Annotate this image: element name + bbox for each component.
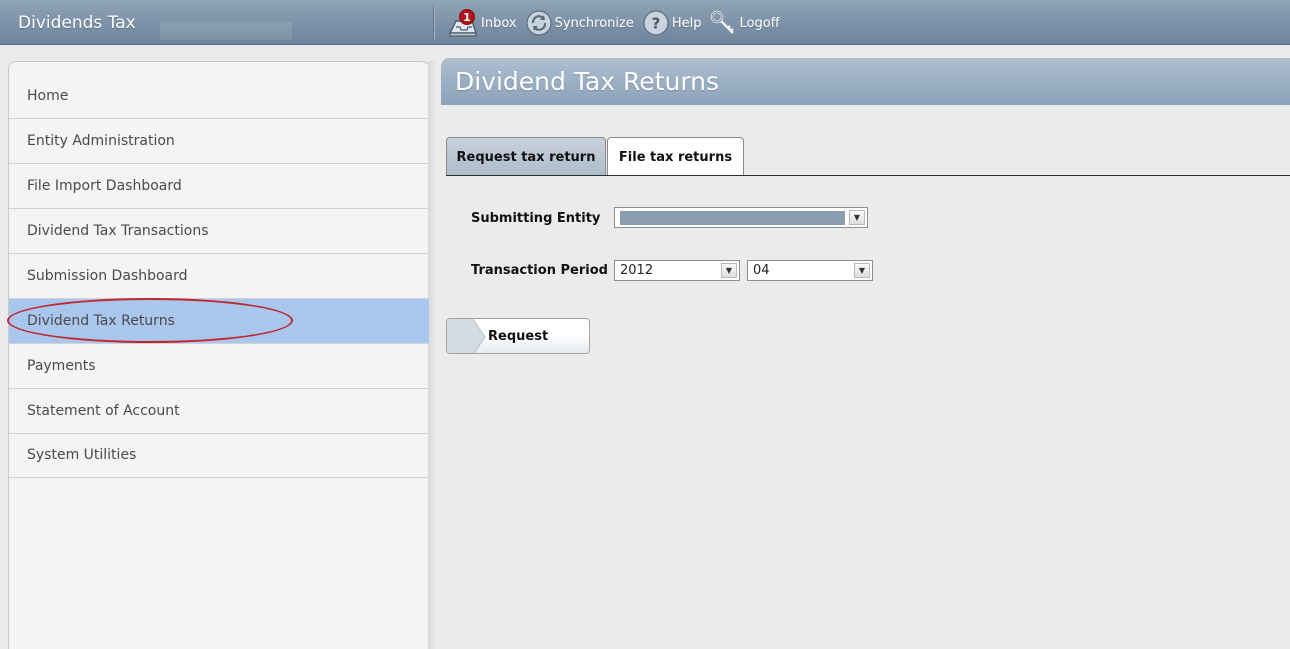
submitting-entity-select[interactable]: ▼	[614, 207, 868, 228]
period-year-select[interactable]: 2012 ▼	[614, 260, 740, 281]
sidebar-item-label: Entity Administration	[27, 133, 175, 149]
toolbar: 1 Inbox Synchronize ? Help Logoff	[447, 9, 788, 37]
transaction-period-label: Transaction Period	[471, 263, 608, 278]
submitting-entity-label: Submitting Entity	[471, 211, 601, 226]
sidebar-item-system-utilities[interactable]: System Utilities	[9, 433, 429, 478]
help-label: Help	[671, 15, 702, 31]
redacted-area	[160, 22, 292, 40]
chevron-down-icon: ▼	[854, 263, 870, 278]
inbox-label: Inbox	[481, 15, 517, 31]
sidebar-item-label: System Utilities	[27, 447, 137, 463]
sidebar-item-payments[interactable]: Payments	[9, 344, 429, 389]
sidebar-item-dividend-tax-transactions[interactable]: Dividend Tax Transactions	[9, 209, 429, 254]
tab-file-tax-returns[interactable]: File tax returns	[607, 137, 744, 176]
period-year-value: 2012	[620, 263, 654, 278]
app-title: Dividends Tax	[18, 13, 136, 33]
logoff-button[interactable]: Logoff	[709, 9, 780, 37]
sync-icon	[525, 10, 552, 36]
help-button[interactable]: ? Help	[642, 9, 702, 37]
sidebar-item-entity-administration[interactable]: Entity Administration	[9, 119, 429, 164]
request-button-label: Request	[488, 329, 549, 344]
page-title: Dividend Tax Returns	[455, 67, 720, 96]
chevron-right-icon	[447, 319, 486, 353]
sidebar-item-file-import-dashboard[interactable]: File Import Dashboard	[9, 164, 429, 209]
period-month-select[interactable]: 04 ▼	[747, 260, 873, 281]
tab-request-tax-return[interactable]: Request tax return	[446, 137, 606, 176]
logoff-label: Logoff	[739, 15, 780, 31]
sidebar-item-label: File Import Dashboard	[27, 178, 182, 194]
sidebar-item-label: Dividend Tax Transactions	[27, 223, 209, 239]
toolbar-divider	[433, 6, 435, 40]
period-month-value: 04	[753, 263, 770, 278]
request-button[interactable]: Request	[446, 318, 590, 354]
sidebar-edge	[428, 61, 436, 649]
inbox-badge: 1	[459, 9, 475, 25]
chevron-down-icon: ▼	[721, 263, 737, 278]
sidebar-item-label: Payments	[27, 358, 96, 374]
inbox-button[interactable]: 1 Inbox	[447, 9, 517, 37]
sidebar-item-label: Submission Dashboard	[27, 268, 188, 284]
sidebar-item-statement-of-account[interactable]: Statement of Account	[9, 389, 429, 434]
sidebar-item-label: Home	[27, 88, 69, 104]
sidebar-item-label: Statement of Account	[27, 403, 180, 419]
svg-text:?: ?	[651, 15, 660, 33]
tab-divider	[446, 175, 1290, 176]
synchronize-label: Synchronize	[554, 15, 634, 31]
tab-label: Request tax return	[456, 149, 596, 165]
synchronize-button[interactable]: Synchronize	[525, 9, 634, 37]
sidebar-item-submission-dashboard[interactable]: Submission Dashboard	[9, 254, 429, 299]
redacted-value	[620, 211, 845, 225]
top-bar: Dividends Tax 1 Inbox Synchronize ? Help…	[0, 0, 1290, 45]
chevron-down-icon: ▼	[849, 210, 865, 225]
sidebar-item-label: Dividend Tax Returns	[27, 313, 175, 329]
help-icon: ?	[643, 10, 669, 36]
tab-label: File tax returns	[618, 149, 733, 165]
sidebar-item-home[interactable]: Home	[9, 74, 429, 119]
sidebar-item-dividend-tax-returns[interactable]: Dividend Tax Returns	[9, 299, 429, 344]
logoff-icon	[711, 10, 735, 34]
